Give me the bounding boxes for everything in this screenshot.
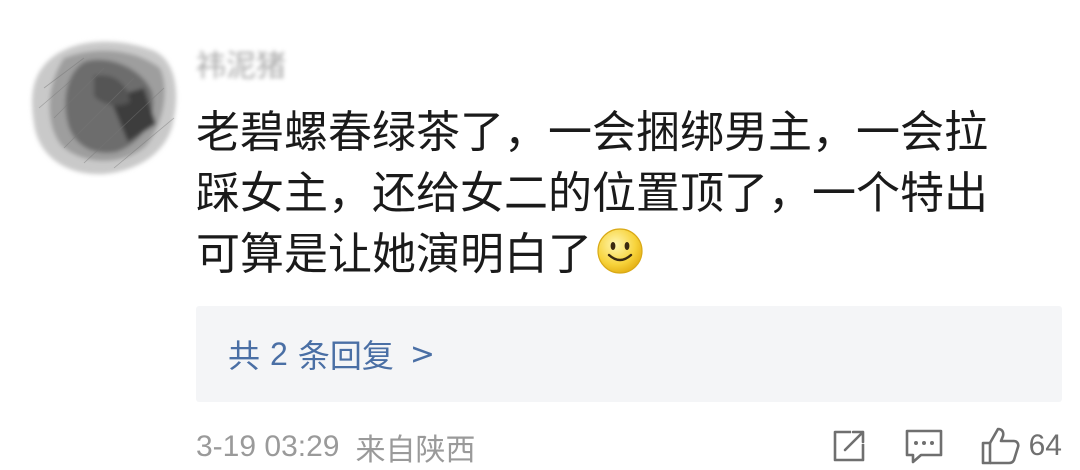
- avatar[interactable]: [24, 28, 184, 178]
- replies-box: 共 2 条回复 >: [196, 306, 1062, 402]
- comment-line: 老碧螺春绿茶了，一会捆绑男主，一会拉: [196, 107, 988, 158]
- thumbs-up-icon: [981, 427, 1020, 465]
- avatar-image: [24, 28, 184, 178]
- comment-meta: 3-19 03:29 来自陕西: [196, 424, 475, 470]
- comment-line-last: 可算是让她演明白了: [196, 224, 1056, 285]
- like-button[interactable]: 64: [979, 425, 1062, 467]
- comment-line: 踩女主，还给女二的位置顶了，一个特出: [196, 168, 988, 219]
- comment-actions: 64: [829, 422, 1062, 470]
- view-replies-link[interactable]: 共 2 条回复 >: [228, 306, 435, 402]
- replies-prefix: 共: [228, 337, 261, 375]
- share-icon: [833, 430, 864, 462]
- share-button[interactable]: [829, 426, 869, 466]
- smile-emoji-icon: [596, 227, 644, 275]
- username[interactable]: 祎泥猪: [196, 42, 286, 92]
- comment-button[interactable]: [903, 426, 945, 466]
- replies-count: 2: [270, 335, 288, 372]
- comment-line-text: 可算是让她演明白了: [196, 229, 592, 280]
- location: 来自陕西: [355, 433, 476, 468]
- replies-suffix: 条回复: [297, 337, 394, 375]
- comment-icon: [905, 429, 942, 464]
- timestamp: 3-19 03:29: [196, 430, 340, 463]
- chevron-right-icon: >: [409, 336, 435, 372]
- comment-body: 老碧螺春绿茶了，一会捆绑男主，一会拉 踩女主，还给女二的位置顶了，一个特出 可算…: [196, 102, 1056, 285]
- like-count: 64: [1028, 429, 1062, 462]
